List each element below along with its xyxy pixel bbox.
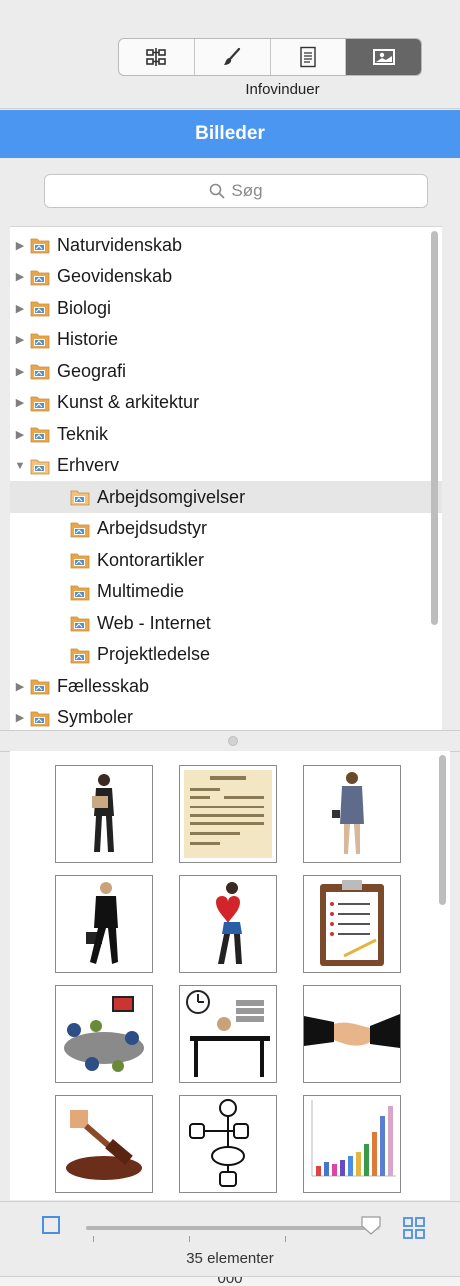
tree-item[interactable]: Web - Internet [10, 607, 442, 639]
thumbnail-size-slider[interactable] [86, 1226, 380, 1230]
folder-icon [70, 488, 90, 506]
small-thumbnails-icon[interactable] [42, 1216, 60, 1234]
tree-item[interactable]: ▶ Geografi [10, 355, 442, 387]
folder-icon [30, 457, 50, 475]
disclosure-closed-icon[interactable]: ▶ [14, 301, 26, 315]
disclosure-closed-icon[interactable]: ▶ [14, 364, 26, 378]
tree-item-label: Multimedie [97, 581, 185, 601]
disclosure-open-icon[interactable]: ▼ [14, 459, 26, 473]
document-button[interactable] [271, 39, 347, 75]
tree-item[interactable]: ▶ Geovidenskab [10, 261, 442, 293]
tree-item[interactable]: ▶ Historie [10, 324, 442, 356]
search-placeholder: Søg [231, 181, 263, 200]
divider-handle[interactable] [228, 736, 238, 746]
image-grid [10, 751, 450, 1200]
image-thumbnail-flowchart[interactable] [179, 1095, 277, 1193]
folder-icon [30, 268, 50, 286]
disclosure-closed-icon[interactable]: ▶ [14, 679, 26, 693]
brush-icon [224, 47, 241, 65]
folder-icon [70, 520, 90, 538]
brush-button[interactable] [195, 39, 271, 75]
tree-item[interactable]: ▶ Naturvidenskab [10, 229, 442, 261]
tree-item[interactable]: Projektledelse [10, 639, 442, 671]
image-thumbnail-gavel[interactable] [55, 1095, 153, 1193]
tree-item-label: Geovidenskab [57, 266, 173, 286]
folder-icon [30, 425, 50, 443]
folder-icon [30, 394, 50, 412]
image-thumbnail-businesswoman-suit[interactable] [303, 765, 401, 863]
image-button[interactable] [346, 39, 421, 75]
tree-item-label: Fællesskab [57, 675, 150, 696]
disclosure-closed-icon[interactable]: ▶ [14, 396, 26, 410]
tree-item[interactable]: ▶ Symboler [10, 702, 442, 732]
tree-item-label: Kontorartikler [97, 549, 205, 570]
layout-icon [146, 48, 167, 66]
grid-scrollbar[interactable] [439, 755, 446, 905]
large-thumbnails-icon[interactable] [402, 1216, 426, 1240]
tree-item-label: Projektledelse [97, 644, 211, 664]
folder-icon [70, 551, 90, 569]
tree-item[interactable]: ▶ Teknik [10, 418, 442, 450]
footer-bar: 35 elementer [0, 1201, 460, 1286]
tree-item[interactable]: ▼ Erhverv [10, 450, 442, 482]
tree-item[interactable]: Arbejdsomgivelser [10, 481, 442, 513]
inspector-label: Infovinduer [245, 81, 320, 98]
tree-item-label: Web - Internet [97, 612, 211, 633]
inspector-toolbar: Infovinduer [0, 0, 460, 109]
split-divider[interactable] [0, 730, 460, 752]
image-thumbnail-invoice-document[interactable] [179, 765, 277, 863]
slider-knob[interactable] [360, 1214, 382, 1236]
category-tree: ▶ Naturvidenskab ▶ Geovidenskab ▶ Biologi ▶… [10, 226, 442, 731]
tree-item[interactable]: Arbejdsudstyr [10, 513, 442, 545]
tree-item-label: Biologi [57, 297, 112, 318]
tree-item-label: Arbejdsomgivelser [97, 486, 246, 507]
image-icon [372, 49, 395, 65]
tree-item-label: Naturvidenskab [57, 234, 183, 255]
folder-icon [30, 362, 50, 380]
folder-icon [30, 236, 50, 254]
image-thumbnail-woman-carrying-heart[interactable] [179, 875, 277, 973]
tree-scrollbar[interactable] [431, 231, 438, 625]
tree-item[interactable]: Multimedie [10, 576, 442, 608]
tree-item-label: Arbejdsudstyr [97, 518, 208, 538]
disclosure-closed-icon[interactable]: ▶ [14, 333, 26, 347]
image-thumbnail-clipboard-checklist[interactable] [303, 875, 401, 973]
folder-icon [70, 583, 90, 601]
image-thumbnail-overworked-desk[interactable] [179, 985, 277, 1083]
tree-item-label: Geografi [57, 360, 127, 381]
search-area: Søg [0, 158, 460, 226]
image-thumbnail-businesswoman-walking[interactable] [55, 765, 153, 863]
tree-item-label: Erhverv [57, 455, 120, 475]
image-thumbnail-businessman-briefcase[interactable] [55, 875, 153, 973]
tree-item[interactable]: ▶ Biologi [10, 292, 442, 324]
search-field[interactable]: Søg [44, 174, 428, 208]
inspector-segmented-control [118, 38, 422, 76]
search-icon [210, 183, 226, 199]
disclosure-closed-icon[interactable]: ▶ [14, 270, 26, 284]
image-thumbnail-handshake[interactable] [303, 985, 401, 1083]
folder-icon [30, 299, 50, 317]
tree-item-label: Symboler [57, 707, 134, 727]
folder-icon [70, 614, 90, 632]
tree-item-label: Teknik [57, 423, 109, 444]
tree-item[interactable]: Kontorartikler [10, 544, 442, 576]
folder-icon [30, 331, 50, 349]
folder-icon [30, 709, 50, 727]
document-icon [300, 46, 316, 68]
image-thumbnail-bar-chart[interactable] [303, 1095, 401, 1193]
layout-button[interactable] [119, 39, 195, 75]
folder-icon [70, 646, 90, 664]
disclosure-closed-icon[interactable]: ▶ [14, 711, 26, 725]
image-thumbnail-meeting-table[interactable] [55, 985, 153, 1083]
tree-item-label: Historie [57, 329, 119, 349]
tree-item-label: Kunst & arkitektur [57, 392, 200, 412]
folder-icon [30, 677, 50, 695]
disclosure-closed-icon[interactable]: ▶ [14, 427, 26, 441]
element-count: 35 elementer [186, 1250, 274, 1267]
tree-item[interactable]: ▶ Fællesskab [10, 670, 442, 702]
disclosure-closed-icon[interactable]: ▶ [14, 238, 26, 252]
panel-title: Billeder [0, 110, 460, 158]
tree-item[interactable]: ▶ Kunst & arkitektur [10, 387, 442, 419]
